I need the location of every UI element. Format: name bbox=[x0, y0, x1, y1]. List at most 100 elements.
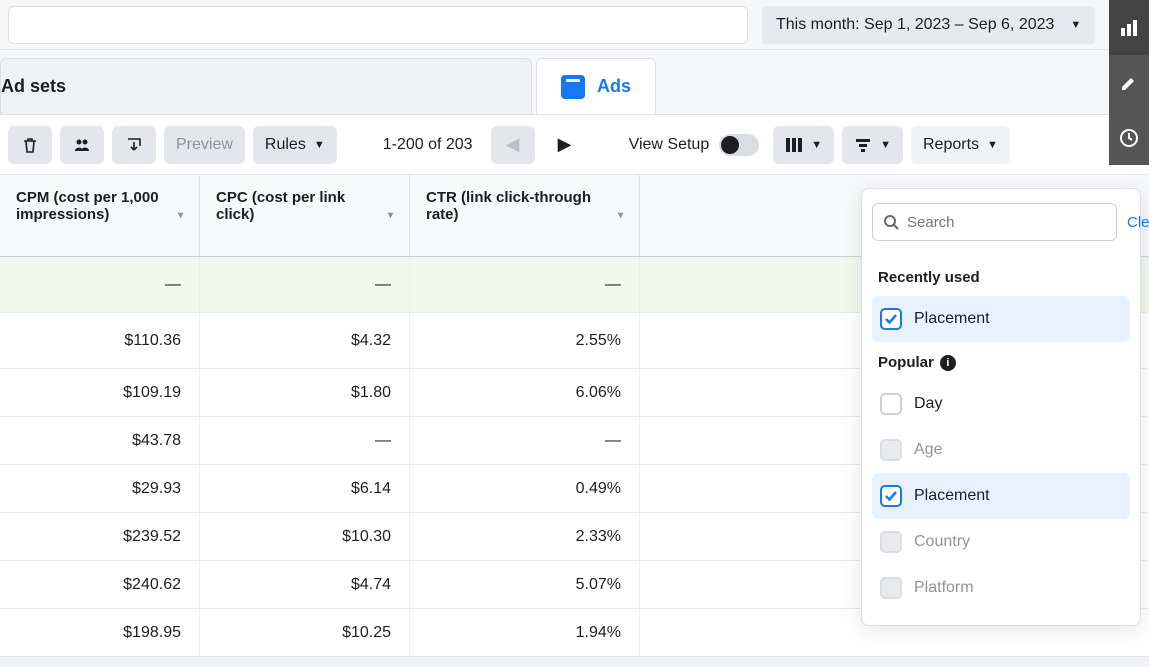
date-range-label: This month: Sep 1, 2023 – Sep 6, 2023 bbox=[776, 16, 1054, 34]
cell-cpc: — bbox=[200, 417, 410, 464]
cell-ctr: 6.06% bbox=[410, 369, 640, 416]
export-icon bbox=[125, 136, 143, 154]
clear-all-link[interactable]: Clear all bbox=[1127, 214, 1149, 231]
page-info: 1-200 of 203 bbox=[373, 136, 483, 154]
prev-page-button[interactable]: ◀ bbox=[491, 126, 535, 164]
breakdown-item-country: Country bbox=[872, 519, 1130, 565]
duplicate-button[interactable] bbox=[60, 126, 104, 164]
trash-icon bbox=[21, 136, 39, 154]
cell-cpc: $6.14 bbox=[200, 465, 410, 512]
export-button[interactable] bbox=[112, 126, 156, 164]
breakdown-item-label: Day bbox=[914, 395, 942, 413]
col-ctr-label: CTR (link click-through rate) bbox=[426, 189, 612, 223]
people-icon bbox=[73, 136, 91, 154]
cell-ctr: 1.94% bbox=[410, 609, 640, 656]
rules-button[interactable]: Rules ▼ bbox=[253, 126, 337, 164]
breakdown-item-label: Placement bbox=[914, 487, 990, 505]
cell-ctr: 2.33% bbox=[410, 513, 640, 560]
breakdown-item-age: Age bbox=[872, 427, 1130, 473]
right-rail bbox=[1109, 0, 1149, 165]
checkbox[interactable] bbox=[880, 531, 902, 553]
cell-cpm: $240.62 bbox=[0, 561, 200, 608]
section-recently-used-label: Recently used bbox=[872, 257, 1130, 296]
cell-cpc: $4.74 bbox=[200, 561, 410, 608]
breakdown-item-label: Platform bbox=[914, 579, 974, 597]
cell-cpm: $109.19 bbox=[0, 369, 200, 416]
breakdown-search-input[interactable] bbox=[907, 214, 1106, 231]
breakdown-item-day[interactable]: Day bbox=[872, 381, 1130, 427]
sort-icon: ▾ bbox=[388, 210, 393, 221]
caret-down-icon: ▼ bbox=[1070, 19, 1081, 31]
breakdown-search[interactable] bbox=[872, 203, 1117, 241]
breakdown-item-label: Age bbox=[914, 441, 942, 459]
col-cpc[interactable]: CPC (cost per link click) ▾ bbox=[200, 175, 410, 256]
tab-ads[interactable]: Ads bbox=[536, 58, 656, 114]
date-range-selector[interactable]: This month: Sep 1, 2023 – Sep 6, 2023 ▼ bbox=[762, 6, 1095, 44]
chevron-left-icon: ◀ bbox=[506, 134, 520, 155]
search-icon bbox=[883, 214, 899, 230]
delete-button[interactable] bbox=[8, 126, 52, 164]
cell-cpm: $29.93 bbox=[0, 465, 200, 512]
checkbox[interactable] bbox=[880, 308, 902, 330]
preview-label: Preview bbox=[176, 136, 233, 154]
cell-cpc: $10.25 bbox=[200, 609, 410, 656]
preview-button[interactable]: Preview bbox=[164, 126, 245, 164]
cell-cpm: $239.52 bbox=[0, 513, 200, 560]
tab-adsets[interactable]: Ad sets bbox=[0, 58, 532, 114]
rules-label: Rules bbox=[265, 136, 306, 154]
tab-row: Ad sets Ads bbox=[0, 50, 1149, 115]
tab-ads-label: Ads bbox=[597, 76, 631, 97]
checkbox[interactable] bbox=[880, 439, 902, 461]
cell-cpc: — bbox=[200, 257, 410, 312]
caret-down-icon: ▼ bbox=[987, 139, 998, 151]
breakdown-button[interactable]: ▼ bbox=[842, 126, 903, 164]
cell-cpc: $10.30 bbox=[200, 513, 410, 560]
cell-ctr: 0.49% bbox=[410, 465, 640, 512]
chart-bar-icon[interactable] bbox=[1109, 0, 1149, 55]
caret-down-icon: ▼ bbox=[880, 139, 891, 151]
reports-label: Reports bbox=[923, 136, 979, 154]
breakdown-panel: Clear all Recently used Placement Popula… bbox=[861, 188, 1141, 626]
caret-down-icon: ▼ bbox=[811, 139, 822, 151]
checkbox[interactable] bbox=[880, 393, 902, 415]
col-cpm[interactable]: CPM (cost per 1,000 impressions) ▾ bbox=[0, 175, 200, 256]
ads-icon bbox=[561, 75, 585, 99]
popular-label-text: Popular bbox=[878, 354, 934, 371]
toolbar: Preview Rules ▼ 1-200 of 203 ◀ ▶ View Se… bbox=[0, 115, 1149, 175]
checkbox[interactable] bbox=[880, 485, 902, 507]
top-bar: This month: Sep 1, 2023 – Sep 6, 2023 ▼ bbox=[0, 0, 1149, 50]
col-ctr[interactable]: CTR (link click-through rate) ▾ bbox=[410, 175, 640, 256]
checkbox[interactable] bbox=[880, 577, 902, 599]
columns-button[interactable]: ▼ bbox=[773, 126, 834, 164]
cell-cpc: $1.80 bbox=[200, 369, 410, 416]
popular-list: Day Age Placement Country Platform bbox=[872, 381, 1130, 611]
view-setup-toggle[interactable] bbox=[719, 134, 759, 156]
info-icon: i bbox=[940, 355, 956, 371]
breakdown-item-platform: Platform bbox=[872, 565, 1130, 611]
col-cpm-label: CPM (cost per 1,000 impressions) bbox=[16, 189, 172, 223]
breakdown-item-placement[interactable]: Placement bbox=[872, 296, 1130, 342]
breakdown-item-label: Country bbox=[914, 533, 970, 551]
cell-cpm: $198.95 bbox=[0, 609, 200, 656]
cell-ctr: — bbox=[410, 257, 640, 312]
breakdown-item-placement[interactable]: Placement bbox=[872, 473, 1130, 519]
col-cpc-label: CPC (cost per link click) bbox=[216, 189, 382, 223]
sort-icon: ▾ bbox=[178, 210, 183, 221]
tab-adsets-label: Ad sets bbox=[1, 76, 66, 97]
pencil-icon[interactable] bbox=[1109, 55, 1149, 110]
cell-ctr: 5.07% bbox=[410, 561, 640, 608]
cell-cpm: $43.78 bbox=[0, 417, 200, 464]
columns-icon bbox=[785, 137, 803, 153]
clock-icon[interactable] bbox=[1109, 110, 1149, 165]
breakdown-item-label: Placement bbox=[914, 310, 990, 328]
sort-icon: ▾ bbox=[618, 210, 623, 221]
next-page-button[interactable]: ▶ bbox=[543, 126, 587, 164]
caret-down-icon: ▼ bbox=[314, 139, 325, 151]
recently-used-list: Placement bbox=[872, 296, 1130, 342]
top-search-box[interactable] bbox=[8, 6, 748, 44]
chevron-right-icon: ▶ bbox=[558, 134, 572, 155]
breakdown-icon bbox=[854, 137, 872, 153]
view-setup: View Setup bbox=[623, 134, 766, 156]
cell-ctr: — bbox=[410, 417, 640, 464]
reports-button[interactable]: Reports ▼ bbox=[911, 126, 1010, 164]
